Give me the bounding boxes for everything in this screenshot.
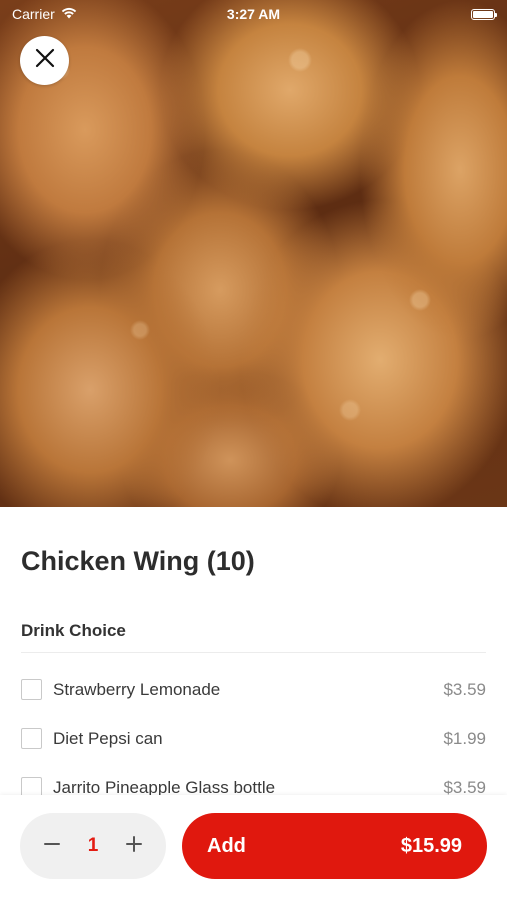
section-divider [21,652,486,653]
option-row[interactable]: Diet Pepsi can $1.99 [21,714,486,763]
battery-icon [471,8,497,20]
option-list: Strawberry Lemonade $3.59 Diet Pepsi can… [21,665,486,812]
add-button-total: $15.99 [400,834,462,857]
status-bar: Carrier 3:27 AM [0,0,507,28]
carrier-label: Carrier [12,6,55,22]
option-row[interactable]: Strawberry Lemonade $3.59 [21,665,486,714]
increment-button[interactable] [120,832,148,860]
status-time: 3:27 AM [226,6,281,22]
minus-icon [43,835,61,858]
status-left: Carrier [12,6,77,22]
decrement-button[interactable] [38,832,66,860]
plus-icon [125,835,143,858]
quantity-stepper: 1 [20,813,166,879]
close-button[interactable] [20,36,69,85]
option-left: Diet Pepsi can [21,728,163,749]
add-to-cart-button[interactable]: Add $15.99 [182,813,487,879]
add-button-label: Add [207,834,246,857]
item-title: Chicken Wing (10) [21,546,255,576]
close-icon [35,48,55,73]
battery-level [473,10,493,18]
option-left: Strawberry Lemonade [21,679,220,700]
option-checkbox[interactable] [21,728,42,749]
option-price: $3.59 [443,679,486,699]
option-label: Diet Pepsi can [53,728,163,748]
option-label: Strawberry Lemonade [53,679,221,699]
option-price: $1.99 [443,728,486,748]
item-photo [0,0,507,507]
option-checkbox[interactable] [21,679,42,700]
bottom-bar: 1 Add $15.99 [0,795,507,900]
quantity-value: 1 [87,835,99,856]
wifi-icon [61,6,77,22]
section-title: Drink Choice [21,621,126,640]
